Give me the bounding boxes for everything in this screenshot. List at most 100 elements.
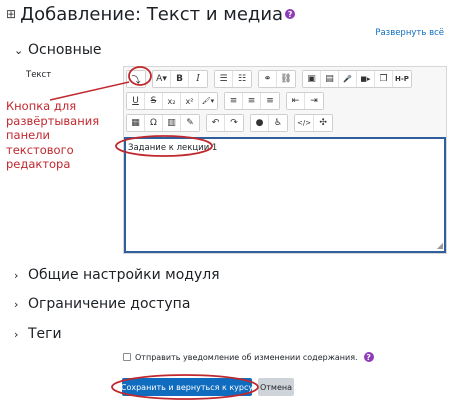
section-tags-label: Теги bbox=[28, 326, 62, 342]
media-file-icon: ▤ bbox=[325, 74, 334, 84]
chevron-right-icon: › bbox=[14, 297, 19, 311]
underline-button[interactable]: U bbox=[127, 93, 145, 109]
accessibility-icon: ● bbox=[255, 118, 264, 128]
clear-formatting-button[interactable]: ✎ bbox=[181, 115, 199, 131]
unordered-list-icon: ☰ bbox=[219, 74, 228, 84]
toolbar-group: ⚭ ⛓ bbox=[258, 70, 296, 88]
link-button[interactable]: ⚭ bbox=[259, 71, 277, 87]
undo-button[interactable]: ↶ bbox=[207, 115, 225, 131]
toolbar-group: ⤵ bbox=[126, 70, 146, 88]
superscript-icon: x² bbox=[185, 96, 194, 106]
help-icon[interactable]: ? bbox=[285, 9, 296, 19]
fullscreen-button[interactable]: ✣ bbox=[314, 115, 333, 131]
expand-all-link[interactable]: Развернуть всё bbox=[375, 28, 444, 38]
chevron-right-icon: › bbox=[14, 268, 19, 282]
notify-checkbox[interactable] bbox=[123, 353, 131, 361]
html-button[interactable]: </> bbox=[295, 115, 315, 131]
undo-icon: ↶ bbox=[211, 118, 220, 128]
strikethrough-button[interactable]: S bbox=[145, 93, 163, 109]
chevron-right-icon: › bbox=[14, 327, 19, 341]
equation-button[interactable]: ▦ bbox=[127, 115, 145, 131]
font-style-button[interactable]: A▾ bbox=[153, 71, 171, 87]
microphone-icon: 🎤 bbox=[343, 75, 352, 83]
image-button[interactable]: ▣ bbox=[303, 71, 321, 87]
align-center-button[interactable]: ≡ bbox=[243, 93, 261, 109]
manage-files-button[interactable]: ❐ bbox=[375, 71, 393, 87]
expand-toolbar-icon: ⤵ bbox=[131, 75, 141, 86]
bold-button[interactable]: B bbox=[171, 71, 189, 87]
video-camera-icon: ■▸ bbox=[360, 75, 371, 83]
ordered-list-icon: ☷ bbox=[237, 74, 247, 84]
toolbar-group: A▾ B I bbox=[152, 70, 208, 88]
italic-icon: I bbox=[196, 74, 200, 84]
align-right-icon: ≡ bbox=[266, 96, 274, 106]
toolbar-row-1: ⤵ A▾ B I ☰ ☷ ⚭ ⛓ ▣ ▤ 🎤 ■▸ ❐ H-P bbox=[126, 70, 418, 88]
h5p-button[interactable]: H-P bbox=[393, 71, 411, 87]
section-general-label: Основные bbox=[28, 42, 102, 58]
media-button[interactable]: ▤ bbox=[321, 71, 339, 87]
notify-label: Отправить уведомление об изменении содер… bbox=[135, 352, 358, 362]
toolbar-group: ≡ ≡ ≡ bbox=[224, 92, 280, 110]
chevron-down-icon: ⌄ bbox=[14, 43, 24, 57]
section-common-settings-label: Общие настройки модуля bbox=[28, 267, 220, 283]
record-audio-button[interactable]: 🎤 bbox=[339, 71, 357, 87]
unlink-button[interactable]: ⛓ bbox=[277, 71, 295, 87]
code-icon: </> bbox=[297, 119, 312, 127]
table-button[interactable]: ▥ bbox=[163, 115, 181, 131]
section-general-header[interactable]: ⌄ Основные bbox=[14, 42, 102, 58]
toolbar-group: ● ♿ bbox=[250, 114, 288, 132]
special-chars-icon: Ω bbox=[150, 118, 157, 128]
annotation-text: Кнопка для развёртывания панели текстово… bbox=[6, 99, 100, 171]
toolbar-row-3: ▦ Ω ▥ ✎ ↶ ↷ ● ♿ </> ✣ bbox=[126, 114, 339, 132]
link-icon: ⚭ bbox=[263, 74, 272, 84]
align-left-icon: ≡ bbox=[229, 96, 238, 106]
indent-button[interactable]: ⇥ bbox=[305, 93, 323, 109]
fullscreen-icon: ✣ bbox=[319, 118, 327, 128]
toolbar-group: ☰ ☷ bbox=[214, 70, 252, 88]
screenreader-helper-button[interactable]: ♿ bbox=[269, 115, 287, 131]
superscript-button[interactable]: x² bbox=[181, 93, 199, 109]
page-title-text: Добавление: Текст и медиа bbox=[20, 3, 284, 25]
ordered-list-button[interactable]: ☷ bbox=[233, 71, 251, 87]
cancel-button[interactable]: Отмена bbox=[258, 378, 294, 396]
image-icon: ▣ bbox=[307, 74, 316, 84]
bold-icon: B bbox=[176, 74, 183, 84]
annotation-arrow-line bbox=[49, 81, 130, 101]
help-icon[interactable]: ? bbox=[363, 352, 374, 362]
toolbar-group: ▦ Ω ▥ ✎ bbox=[126, 114, 200, 132]
record-video-button[interactable]: ■▸ bbox=[357, 71, 375, 87]
toolbar-group: ↶ ↷ bbox=[206, 114, 244, 132]
accessibility-checker-button[interactable]: ● bbox=[251, 115, 269, 131]
text-field-label: Текст bbox=[26, 70, 52, 80]
subscript-button[interactable]: x₂ bbox=[163, 93, 181, 109]
strikethrough-icon: S bbox=[150, 96, 157, 106]
text-color-button[interactable]: 🖌▾ bbox=[199, 93, 217, 109]
editor-content-area[interactable]: Задание к лекции 1 ◢ bbox=[124, 137, 446, 253]
table-icon: ▥ bbox=[167, 118, 176, 128]
toolbar-group: U S x₂ x² 🖌▾ bbox=[126, 92, 218, 110]
outdent-icon: ⇤ bbox=[291, 96, 300, 106]
equation-icon: ▦ bbox=[131, 118, 140, 128]
section-common-settings-header[interactable]: › Общие настройки модуля bbox=[14, 267, 220, 283]
section-restrict-access-header[interactable]: › Ограничение доступа bbox=[14, 296, 190, 312]
notify-row: Отправить уведомление об изменении содер… bbox=[123, 352, 374, 362]
screenreader-icon: ♿ bbox=[273, 118, 283, 128]
unlink-icon: ⛓ bbox=[280, 74, 292, 84]
section-tags-header[interactable]: › Теги bbox=[14, 326, 62, 342]
outdent-button[interactable]: ⇤ bbox=[287, 93, 305, 109]
toolbar-toggle-button[interactable]: ⤵ bbox=[127, 71, 145, 87]
align-right-button[interactable]: ≡ bbox=[261, 93, 279, 109]
toolbar-row-2: U S x₂ x² 🖌▾ ≡ ≡ ≡ ⇤ ⇥ bbox=[126, 92, 330, 110]
unordered-list-button[interactable]: ☰ bbox=[215, 71, 233, 87]
special-chars-button[interactable]: Ω bbox=[145, 115, 163, 131]
redo-button[interactable]: ↷ bbox=[225, 115, 243, 131]
section-restrict-access-label: Ограничение доступа bbox=[28, 296, 191, 312]
files-icon: ❐ bbox=[379, 74, 388, 84]
resize-grip-icon[interactable]: ◢ bbox=[437, 241, 443, 250]
save-return-button[interactable]: Сохранить и вернуться к курсу bbox=[121, 378, 253, 396]
h5p-icon: H-P bbox=[395, 75, 409, 83]
text-editor: ⤵ A▾ B I ☰ ☷ ⚭ ⛓ ▣ ▤ 🎤 ■▸ ❐ H-P U S x₂ x bbox=[123, 66, 447, 254]
italic-button[interactable]: I bbox=[189, 71, 207, 87]
font-style-icon: A▾ bbox=[156, 74, 167, 84]
align-left-button[interactable]: ≡ bbox=[225, 93, 243, 109]
